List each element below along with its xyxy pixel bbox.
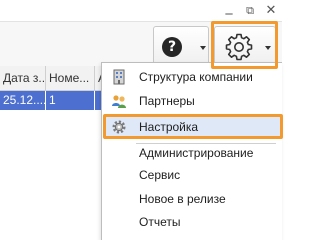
column-header-date[interactable]: Дата з... — [0, 66, 46, 91]
menu-item-settings[interactable]: Настройка — [104, 115, 282, 139]
column-header-number[interactable]: Номе... — [46, 66, 95, 91]
menu-item-label: Администрирование — [139, 146, 254, 160]
close-button[interactable]: ✕ — [263, 3, 279, 17]
help-icon: ? — [162, 37, 182, 57]
chevron-down-icon — [265, 46, 271, 50]
table-header: Дата з... Номе... А — [0, 66, 105, 91]
minimize-button[interactable]: _ — [221, 0, 237, 14]
menu-item-label: Отчеты — [139, 215, 181, 229]
menu-item-label: Партнеры — [139, 94, 195, 108]
settings-dropdown-menu: Структура компании Партнеры Настройка Ад… — [101, 62, 282, 240]
menu-item-label: Сервис — [139, 168, 181, 182]
documents-table: Дата з... Номе... А 25.12.... 1 — [0, 66, 105, 240]
restore-button[interactable]: ⧉ — [242, 3, 258, 17]
users-icon — [112, 95, 126, 108]
chevron-down-icon — [200, 46, 206, 50]
table-cell-date: 25.12.... — [0, 91, 46, 110]
menu-item-reports[interactable]: Отчеты — [104, 210, 282, 234]
gear-icon — [225, 33, 253, 61]
menu-item-label: Структура компании — [139, 70, 253, 84]
gear-icon — [112, 120, 126, 134]
menu-item-label: Настройка — [139, 120, 199, 134]
menu-item-whats-new[interactable]: Новое в релизе — [104, 187, 282, 211]
table-row[interactable]: 25.12.... 1 — [0, 91, 105, 110]
building-icon — [113, 69, 125, 85]
menu-item-partners[interactable]: Партнеры — [104, 89, 282, 113]
menu-item-label: Новое в релизе — [139, 192, 226, 206]
menu-item-service[interactable]: Сервис — [104, 163, 282, 187]
menu-item-administration[interactable]: Администрирование — [104, 141, 282, 165]
table-cell-number: 1 — [46, 91, 95, 110]
menu-item-company-structure[interactable]: Структура компании — [104, 65, 282, 89]
